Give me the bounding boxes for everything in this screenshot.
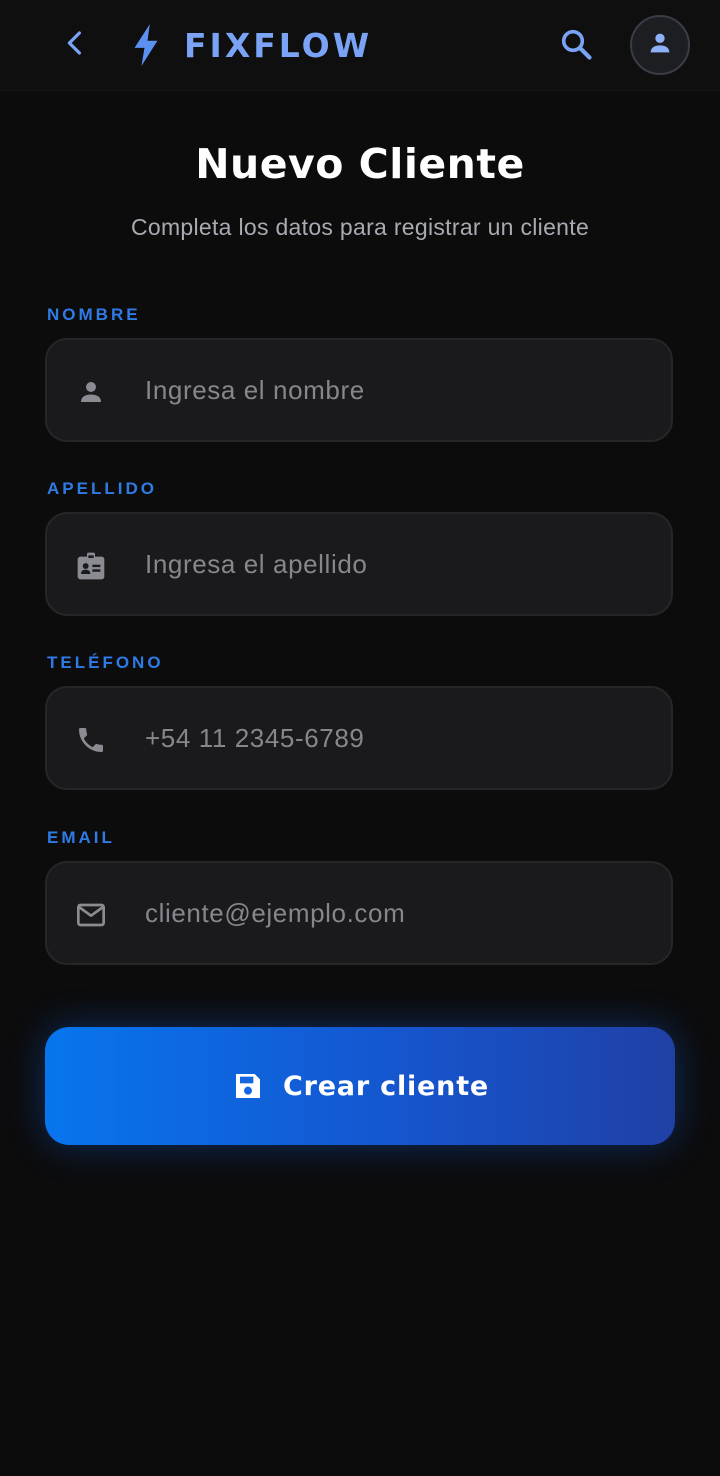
profile-avatar-button[interactable]: [630, 15, 690, 75]
search-icon: [558, 26, 594, 67]
mail-icon: [75, 899, 107, 931]
brand-name: FIXFLOW: [184, 25, 373, 65]
nombre-label: NOMBRE: [47, 305, 141, 324]
create-client-label: Crear cliente: [282, 1070, 490, 1102]
id-badge-icon: [75, 550, 107, 582]
apellido-label: APELLIDO: [47, 479, 157, 498]
apellido-input[interactable]: [145, 514, 645, 614]
phone-icon: [75, 724, 107, 756]
email-input[interactable]: [145, 863, 645, 963]
telefono-input[interactable]: [145, 688, 645, 788]
create-client-button[interactable]: Crear cliente: [45, 1027, 675, 1145]
telefono-field[interactable]: [45, 686, 673, 790]
back-button[interactable]: [52, 22, 98, 68]
page-subtitle: Completa los datos para registrar un cli…: [130, 214, 590, 240]
apellido-field[interactable]: [45, 512, 673, 616]
page-title: Nuevo Cliente: [195, 140, 525, 188]
nombre-input[interactable]: [145, 340, 645, 440]
brand: FIXFLOW: [128, 20, 372, 70]
search-button[interactable]: [552, 22, 600, 70]
new-client-screen: FIXFLOW Nuevo Cliente Completa los datos…: [0, 0, 720, 1476]
person-icon: [75, 376, 107, 408]
person-icon: [646, 29, 674, 62]
email-field[interactable]: [45, 861, 673, 965]
save-icon: [231, 1069, 265, 1103]
chevron-left-icon: [60, 28, 90, 63]
telefono-label: TELÉFONO: [47, 653, 164, 672]
nombre-field[interactable]: [45, 338, 673, 442]
bolt-icon: [128, 23, 164, 67]
app-bar: FIXFLOW: [0, 0, 720, 91]
email-label: EMAIL: [47, 828, 115, 847]
